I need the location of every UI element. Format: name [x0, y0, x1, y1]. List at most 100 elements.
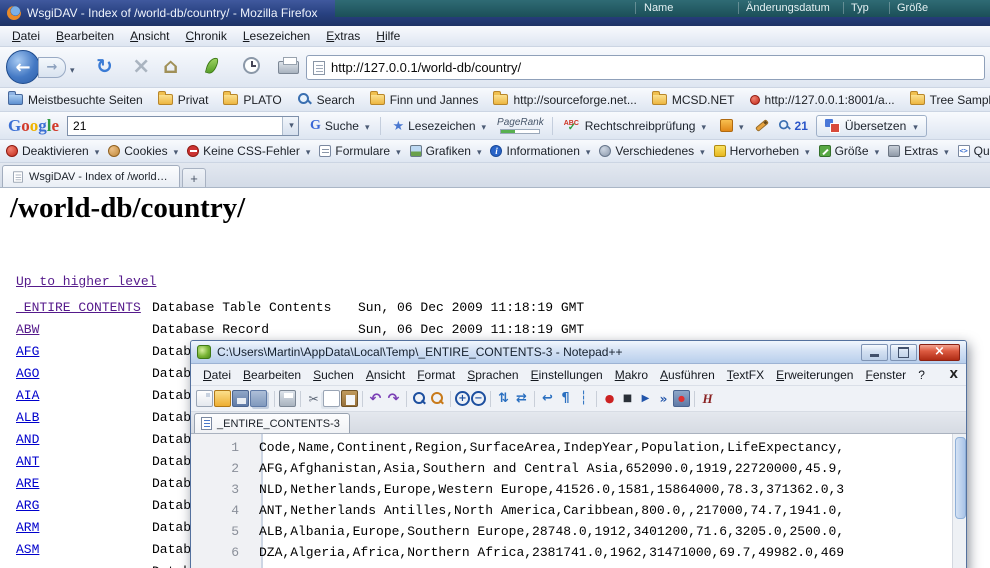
back-button[interactable]	[6, 50, 40, 84]
cut-icon[interactable]	[305, 390, 322, 407]
bookmark-plato[interactable]: PLATO	[223, 93, 281, 107]
webdev-extras[interactable]: Extras	[888, 144, 949, 158]
file-link[interactable]: ALB	[16, 410, 152, 425]
translate-button[interactable]: Übersetzen	[816, 115, 927, 137]
home-button[interactable]	[163, 54, 178, 78]
print-button[interactable]	[278, 61, 299, 74]
bookmark-localhost-8001[interactable]: http://127.0.0.1:8001/a...	[750, 93, 895, 107]
new-file-icon[interactable]	[196, 390, 213, 407]
np-menu-suchen[interactable]: Suchen	[307, 365, 360, 385]
print-icon[interactable]	[279, 390, 296, 407]
editor-area[interactable]: 1 Code,Name,Continent,Region,SurfaceArea…	[191, 434, 966, 568]
zoom-out-icon[interactable]	[471, 391, 486, 406]
indent-guide-icon[interactable]	[575, 390, 592, 407]
notepad-titlebar[interactable]: C:\Users\Martin\AppData\Local\Temp\_ENTI…	[191, 341, 966, 364]
new-tab-button[interactable]: +	[182, 168, 206, 187]
search-term-count-button[interactable]: 21	[777, 118, 808, 133]
history-clock-icon[interactable]	[243, 57, 260, 74]
play-macro-icon[interactable]	[637, 390, 654, 407]
history-dropdown-button[interactable]	[68, 60, 75, 78]
redo-icon[interactable]	[385, 390, 402, 407]
url-input[interactable]	[331, 60, 978, 75]
bookmark-meistbesuchte-seiten[interactable]: Meistbesuchte Seiten	[8, 93, 143, 107]
line-text[interactable]: NLD,Netherlands,Europe,Western Europe,41…	[251, 482, 844, 497]
explorer-column-date[interactable]: Änderungsdatum	[746, 2, 830, 14]
np-menu-erweiterungen[interactable]: Erweiterungen	[770, 365, 859, 385]
notepad-tab-active[interactable]: _ENTIRE_CONTENTS-3	[194, 413, 350, 433]
html-preview-icon[interactable]	[699, 390, 716, 407]
save-icon[interactable]	[232, 390, 249, 407]
menu-datei[interactable]: Datei	[4, 27, 48, 45]
editor-lines[interactable]: 1 Code,Name,Continent,Region,SurfaceArea…	[191, 434, 952, 568]
run-macro-multiple-icon[interactable]	[655, 390, 672, 407]
menu-ansicht[interactable]: Ansicht	[122, 27, 177, 45]
np-menu-help[interactable]: ?	[912, 365, 931, 385]
highlighter-pencil-icon[interactable]	[755, 119, 769, 132]
file-link[interactable]: ABW	[16, 322, 152, 337]
google-search-button[interactable]: Suche	[307, 116, 372, 136]
url-bar[interactable]	[306, 55, 985, 80]
tab-wsgidav[interactable]: WsgiDAV - Index of /world-db/count...	[2, 165, 180, 187]
file-link[interactable]: AND	[16, 432, 152, 447]
menu-chronik[interactable]: Chronik	[177, 27, 234, 45]
undo-icon[interactable]	[367, 390, 384, 407]
spellcheck-button[interactable]: Rechtschreibprüfung	[561, 117, 709, 135]
webdev-cookies[interactable]: Cookies	[108, 144, 178, 158]
np-menu-datei[interactable]: Datei	[197, 365, 237, 385]
stop-macro-icon[interactable]	[619, 390, 636, 407]
webdev-deaktivieren[interactable]: Deaktivieren	[6, 144, 99, 158]
file-link[interactable]: AIA	[16, 388, 152, 403]
find-icon[interactable]	[411, 390, 428, 407]
np-menu-ansicht[interactable]: Ansicht	[360, 365, 411, 385]
google-search-input[interactable]	[68, 117, 282, 135]
menu-hilfe[interactable]: Hilfe	[368, 27, 408, 45]
show-symbols-icon[interactable]	[557, 390, 574, 407]
zoom-in-icon[interactable]	[455, 391, 470, 406]
copy-icon[interactable]	[323, 390, 340, 407]
file-link[interactable]: ARE	[16, 476, 152, 491]
explorer-column-name[interactable]: Name	[644, 2, 673, 14]
file-link[interactable]: ASM	[16, 542, 152, 557]
np-menu-format[interactable]: Format	[411, 365, 461, 385]
file-link[interactable]: ARM	[16, 520, 152, 535]
webdev-grafiken[interactable]: Grafiken	[410, 144, 482, 158]
save-all-icon[interactable]	[250, 390, 267, 407]
autofill-button[interactable]	[717, 117, 747, 135]
pagerank-indicator[interactable]: PageRank	[497, 117, 544, 134]
menu-bearbeiten[interactable]: Bearbeiten	[48, 27, 122, 45]
webdev-groesse[interactable]: Größe	[819, 144, 880, 158]
bookmark-sourceforge[interactable]: http://sourceforge.net...	[493, 93, 636, 107]
line-text[interactable]: AFG,Afghanistan,Asia,Southern and Centra…	[251, 461, 844, 476]
bookmark-mcsd-net[interactable]: MCSD.NET	[652, 93, 735, 107]
explorer-column-size[interactable]: Größe	[897, 2, 928, 14]
line-text[interactable]: ALB,Albania,Europe,Southern Europe,28748…	[251, 524, 844, 539]
google-search-box[interactable]	[67, 116, 299, 136]
np-menu-einstellungen[interactable]: Einstellungen	[525, 365, 609, 385]
up-link[interactable]: Up to higher level	[16, 274, 156, 289]
explorer-column-type[interactable]: Typ	[851, 2, 869, 14]
file-link[interactable]: _ENTIRE_CONTENTS	[16, 300, 152, 315]
forward-button[interactable]	[38, 57, 66, 78]
np-menu-fenster[interactable]: Fenster	[859, 365, 912, 385]
bookmark-search[interactable]: Search	[297, 92, 355, 107]
sync-vertical-icon[interactable]	[495, 390, 512, 407]
bookmark-privat[interactable]: Privat	[158, 93, 209, 107]
menu-close-icon[interactable]: X	[950, 368, 958, 381]
file-link[interactable]: AFG	[16, 344, 152, 359]
menu-extras[interactable]: Extras	[318, 27, 368, 45]
search-history-dropdown[interactable]	[282, 117, 298, 135]
webdev-hervorheben[interactable]: Hervorheben	[714, 144, 810, 158]
record-macro-icon[interactable]	[601, 390, 618, 407]
file-link[interactable]: ANT	[16, 454, 152, 469]
np-menu-makro[interactable]: Makro	[609, 365, 654, 385]
bookmark-tree-samples[interactable]: Tree Samples	[910, 93, 990, 107]
webdev-css-fehler[interactable]: Keine CSS-Fehler	[187, 144, 310, 158]
np-menu-bearbeiten[interactable]: Bearbeiten	[237, 365, 307, 385]
line-text[interactable]: ANT,Netherlands Antilles,North America,C…	[251, 503, 844, 518]
file-link[interactable]: AGO	[16, 366, 152, 381]
stop-button[interactable]	[132, 54, 150, 79]
webdev-verschiedenes[interactable]: Verschiedenes	[599, 144, 704, 158]
webdev-quelltext[interactable]: Quellte	[958, 144, 990, 158]
line-text[interactable]: DZA,Algeria,Africa,Northern Africa,23817…	[251, 545, 844, 560]
reload-button[interactable]	[96, 54, 113, 78]
